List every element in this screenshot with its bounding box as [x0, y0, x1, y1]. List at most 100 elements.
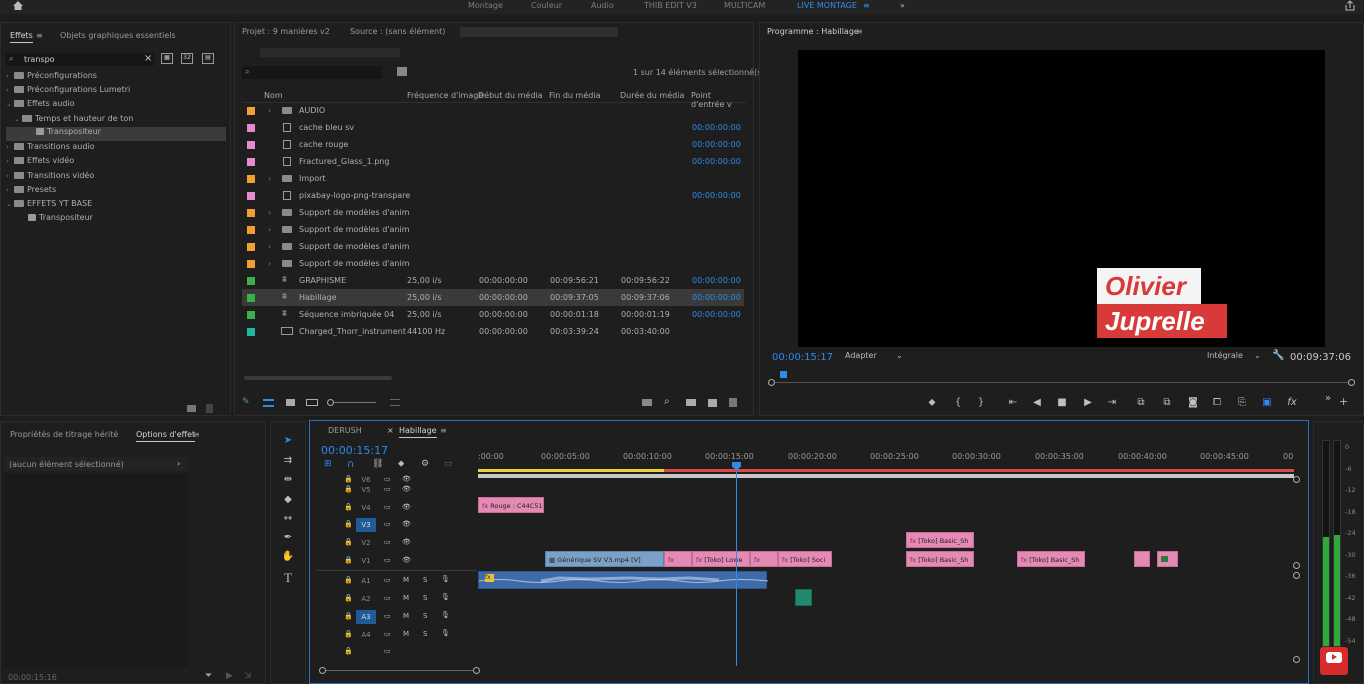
label-color-swatch[interactable] [247, 209, 255, 217]
track-label[interactable]: A3 [356, 610, 376, 624]
track-select-tool-icon[interactable]: ⇉ [281, 455, 295, 469]
clip-audio-a1[interactable]: fx [478, 571, 768, 589]
wrench-icon[interactable]: ⚙ [421, 459, 429, 469]
v-scroll-top-handle[interactable] [1293, 476, 1300, 483]
lock-icon[interactable]: 🔒 [344, 503, 353, 511]
clip-toko-basic-v1b[interactable]: fx [Toko] Basic_Sh [1017, 551, 1085, 567]
workspace-tab-multicam[interactable]: MULTICAM [724, 1, 765, 10]
clip-generique[interactable]: ▩ Générique SV V3.mp4 [V] [545, 551, 664, 567]
lock-icon[interactable]: 🔒 [344, 576, 353, 584]
razor-tool-icon[interactable]: ◆ [281, 494, 295, 508]
chevron-right-icon[interactable]: › [268, 242, 271, 251]
panel-menu-icon[interactable]: ≡ [440, 426, 447, 435]
label-color-swatch[interactable] [247, 141, 255, 149]
program-scrubber[interactable] [772, 382, 1352, 383]
track-label[interactable] [356, 645, 376, 659]
lock-icon[interactable]: 🔒 [344, 594, 353, 602]
sort-icon[interactable] [390, 399, 400, 406]
a-scroll-bottom-handle[interactable] [1293, 656, 1300, 663]
clip-toko-soc[interactable]: fx [Toko] Soci [778, 551, 832, 567]
program-monitor-title[interactable]: Programme : Habillage [767, 27, 859, 36]
captions-icon[interactable]: ▭ [444, 459, 453, 469]
safe-margins-icon[interactable]: ▣ [1260, 397, 1274, 408]
tree-item-transpositeur-preset[interactable]: Transpositeur [6, 213, 226, 227]
clip-small-1[interactable] [1134, 551, 1150, 567]
mute-button-icon[interactable]: M [403, 594, 409, 602]
microphone-icon[interactable]: 🎙 [441, 575, 450, 583]
mark-out-icon[interactable]: } [974, 397, 988, 408]
export-frame-icon[interactable]: ◙ [1186, 397, 1200, 408]
selection-tool-icon[interactable]: ➤ [281, 435, 295, 449]
clip-toko-b[interactable]: fx [750, 551, 778, 567]
tree-item-effets-video[interactable]: › Effets vidéo [6, 156, 226, 170]
lift-icon[interactable]: ⧉ [1134, 397, 1148, 408]
add-marker-icon[interactable]: ⬥ [398, 459, 404, 469]
track-label[interactable]: A4 [356, 628, 376, 642]
tab-options-effet[interactable]: Options d'effet [136, 430, 196, 442]
32bit-effects-icon[interactable]: 32 [181, 53, 193, 64]
label-color-swatch[interactable] [247, 260, 255, 268]
col-debut[interactable]: Début du média [478, 91, 543, 100]
clip-toko-basic-v2[interactable]: fx [Toko] Basic_Sh [906, 532, 974, 548]
project-row[interactable]: pixabay-logo-png-transpare 00:00:00:00 [242, 187, 744, 204]
panel-menu-icon[interactable]: ≡ [36, 31, 43, 40]
mute-button-icon[interactable]: M [403, 612, 409, 620]
mute-button-icon[interactable]: M [403, 576, 409, 584]
tree-item-transitions-audio[interactable]: › Transitions audio [6, 142, 226, 156]
label-color-swatch[interactable] [247, 158, 255, 166]
panel-menu-icon[interactable]: ≡ [856, 27, 863, 36]
fit-dropdown[interactable]: Adapter ⌄ [845, 351, 905, 363]
zoom-slider-handle[interactable] [327, 399, 334, 406]
project-row[interactable]: cache bleu sv 00:00:00:00 [242, 119, 744, 136]
clip-toko-basic-v1[interactable]: fx [Toko] Basic_Sh [906, 551, 974, 567]
project-row[interactable]: › Import [242, 170, 744, 187]
accelerated-effects-icon[interactable]: ▦ [161, 53, 173, 64]
step-back-icon[interactable]: ◀ [1030, 397, 1044, 408]
lock-icon[interactable]: 🔒 [344, 556, 353, 564]
lock-icon[interactable]: 🔒 [344, 538, 353, 546]
track-label[interactable]: A1 [356, 574, 376, 588]
label-color-swatch[interactable] [247, 226, 255, 234]
eye-icon[interactable]: 👁 [402, 485, 411, 493]
project-row[interactable]: Charged_Thorr_instrument 44100 Hz 00:00:00… [242, 323, 744, 340]
chevron-right-icon[interactable]: › [177, 459, 180, 468]
track-label[interactable]: V1 [356, 554, 376, 568]
wrench-icon[interactable]: 🔧 [1272, 350, 1284, 361]
eye-icon[interactable]: 👁 [402, 556, 411, 564]
col-frequence[interactable]: Fréquence d'image [407, 91, 483, 100]
share-icon[interactable] [1344, 0, 1356, 11]
more-controls-icon[interactable]: » [1325, 393, 1331, 404]
new-search-bin-icon[interactable] [397, 67, 407, 76]
track-label[interactable]: V5 [356, 483, 376, 497]
h-scroll-right-handle[interactable] [473, 667, 480, 674]
tree-item-presets[interactable]: › Presets [6, 185, 226, 199]
sync-lock-icon[interactable]: ▭ [384, 576, 391, 584]
project-scrollbar[interactable] [244, 376, 392, 380]
eye-icon[interactable]: 👁 [402, 503, 411, 511]
automate-icon[interactable] [642, 399, 652, 406]
program-playhead[interactable] [780, 371, 787, 378]
program-video-frame[interactable]: Olivier Juprelle [798, 50, 1325, 347]
col-duree[interactable]: Durée du média [620, 91, 684, 100]
project-row[interactable]: ⩩ Habillage 25,00 i/s 00:00:00:00 00:09:37:0… [242, 289, 744, 306]
clear-search-icon[interactable]: × [144, 53, 152, 64]
project-row[interactable]: › AUDIO [242, 102, 744, 119]
resolution-dropdown[interactable]: Intégrale ⌄ [1207, 351, 1263, 363]
filter-icon[interactable]: ⏷ [205, 671, 212, 681]
col-nom[interactable]: Nom [264, 91, 283, 100]
sync-lock-icon[interactable]: ▭ [384, 647, 391, 655]
project-row[interactable]: ⩩ GRAPHISME 25,00 i/s 00:00:00:00 00:09:56:2… [242, 272, 744, 289]
timeline-h-scrollbar[interactable] [322, 670, 477, 671]
clip-audio-a2[interactable] [795, 589, 812, 606]
solo-button-icon[interactable]: S [423, 630, 427, 638]
tab-derush[interactable]: DERUSH [328, 426, 362, 435]
trash-icon[interactable] [729, 398, 737, 407]
scrubber-end-handle[interactable] [1348, 379, 1355, 386]
label-color-swatch[interactable] [247, 124, 255, 132]
sync-lock-icon[interactable]: ▭ [384, 503, 391, 511]
mark-in-icon[interactable]: { [951, 397, 965, 408]
extract-icon[interactable]: ⧉ [1160, 397, 1174, 408]
lock-icon[interactable]: 🔒 [344, 630, 353, 638]
snap-icon[interactable]: ∩ [347, 459, 354, 470]
work-area-bar[interactable] [478, 474, 1294, 478]
